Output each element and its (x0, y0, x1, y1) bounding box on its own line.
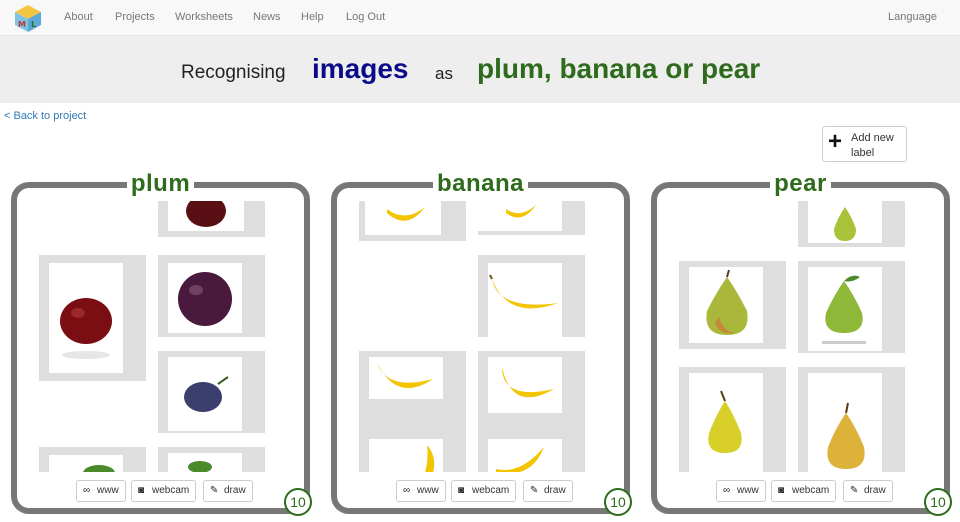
pencil-icon: ✎ (210, 485, 219, 496)
banana-image (377, 363, 433, 388)
pear-image (822, 275, 866, 344)
banana-image (425, 445, 435, 472)
training-image[interactable] (158, 447, 265, 472)
page-banner: Recognising images as plum, banana or pe… (0, 36, 960, 103)
plum-image (184, 376, 229, 412)
nav-worksheets[interactable]: Worksheets (175, 11, 233, 23)
image-count-badge: 10 (604, 488, 632, 516)
plum-image (178, 272, 232, 326)
training-image[interactable] (39, 255, 146, 381)
draw-button[interactable]: ✎ draw (843, 480, 893, 502)
training-image[interactable] (478, 255, 585, 337)
training-image[interactable] (359, 433, 466, 472)
nav-language[interactable]: Language (888, 11, 937, 23)
www-button[interactable]: ∞ www (396, 480, 446, 502)
link-icon: ∞ (83, 485, 91, 496)
plum-image (60, 298, 112, 359)
nav-about[interactable]: About (64, 11, 93, 23)
bucket-plum: plum ∞ www ◙ webcam ✎ draw 10 (11, 170, 312, 516)
draw-button[interactable]: ✎ draw (523, 480, 573, 502)
pear-image (827, 402, 865, 469)
image-count-badge: 10 (924, 488, 952, 516)
svg-text:L: L (31, 20, 36, 29)
image-gallery[interactable] (17, 201, 304, 472)
banana-image (506, 205, 536, 218)
bucket-label: pear (770, 170, 831, 197)
webcam-button[interactable]: ◙ webcam (451, 480, 517, 502)
training-image[interactable] (359, 351, 466, 433)
banana-image (502, 367, 554, 398)
nav-help[interactable]: Help (301, 11, 324, 23)
bucket-label: banana (432, 170, 529, 197)
image-gallery[interactable] (337, 201, 624, 472)
pencil-icon: ✎ (850, 485, 859, 496)
banner-recognising: Recognising (181, 62, 286, 83)
www-button[interactable]: ∞ www (716, 480, 766, 502)
banner-labels: plum, banana or pear (477, 53, 761, 84)
banana-image (387, 207, 425, 221)
image-gallery[interactable] (657, 201, 944, 472)
training-image[interactable] (39, 447, 146, 472)
link-icon: ∞ (723, 485, 731, 496)
training-image[interactable] (359, 201, 466, 241)
plum-image (186, 201, 226, 227)
training-image[interactable] (478, 351, 585, 433)
webcam-button[interactable]: ◙ webcam (131, 480, 197, 502)
banana-image (489, 274, 558, 309)
nav-logout[interactable]: Log Out (346, 11, 385, 23)
training-image[interactable] (679, 367, 786, 472)
www-button[interactable]: ∞ www (76, 480, 126, 502)
training-image[interactable] (158, 255, 265, 337)
bucket-label: plum (126, 170, 195, 197)
plum-image (188, 461, 212, 472)
navbar: M L About Projects Worksheets News Help … (0, 0, 960, 36)
image-count-badge: 10 (284, 488, 312, 516)
link-icon: ∞ (403, 485, 411, 496)
training-image[interactable] (798, 201, 905, 247)
training-image[interactable] (478, 201, 585, 235)
back-to-project-link[interactable]: < Back to project (4, 110, 86, 122)
nav-news[interactable]: News (253, 11, 281, 23)
plus-icon: + (828, 128, 843, 155)
training-image[interactable] (679, 261, 786, 349)
pear-image (708, 390, 742, 453)
bucket-pear: pear ∞ www ◙ webcam ✎ draw 10 (651, 170, 952, 516)
pear-image (834, 207, 856, 241)
webcam-button[interactable]: ◙ webcam (771, 480, 837, 502)
pencil-icon: ✎ (530, 485, 539, 496)
training-image[interactable] (158, 351, 265, 433)
bucket-banana: banana ∞ www ◙ webcam ✎ draw 10 (331, 170, 632, 516)
training-image[interactable] (798, 261, 905, 353)
pear-image (706, 269, 748, 335)
plum-image (83, 465, 115, 472)
add-new-label-text: Add new label (851, 132, 894, 159)
banner-as: as (435, 64, 453, 83)
mlfk-logo[interactable]: M L (13, 3, 43, 33)
svg-text:M: M (18, 20, 26, 29)
training-image[interactable] (798, 367, 905, 472)
nav-projects[interactable]: Projects (115, 11, 155, 23)
add-new-label-button[interactable]: + Add new label (822, 126, 907, 162)
banner-type: images (312, 53, 409, 84)
training-image[interactable] (478, 433, 585, 472)
camera-icon: ◙ (778, 485, 785, 496)
banana-image (496, 447, 544, 472)
camera-icon: ◙ (458, 485, 465, 496)
draw-button[interactable]: ✎ draw (203, 480, 253, 502)
training-image[interactable] (158, 201, 265, 237)
camera-icon: ◙ (138, 485, 145, 496)
